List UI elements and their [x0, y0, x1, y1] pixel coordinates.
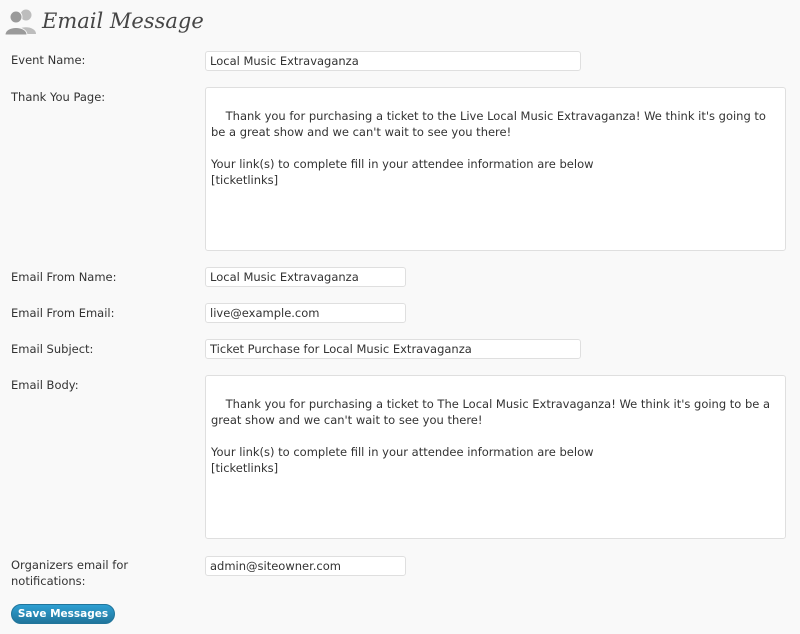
organizers-email-input[interactable] [205, 556, 406, 576]
email-body-textarea[interactable]: Thank you for purchasing a ticket to The… [205, 375, 786, 539]
email-subject-label: Email Subject: [11, 342, 94, 356]
email-from-name-label: Email From Name: [11, 270, 117, 284]
resize-handle-icon[interactable]: abc [767, 236, 783, 248]
email-body-label: Email Body: [11, 378, 79, 392]
save-messages-button[interactable]: Save Messages [11, 604, 115, 624]
event-name-label: Event Name: [11, 53, 86, 67]
thank-you-page-textarea[interactable]: Thank you for purchasing a ticket to the… [205, 87, 786, 251]
organizers-email-label: Organizers email for notifications: [11, 558, 129, 588]
email-message-form: Event Name: Thank You Page: Thank you fo… [0, 0, 800, 634]
email-from-email-input[interactable] [205, 303, 406, 323]
email-from-email-label: Email From Email: [11, 306, 115, 320]
thank-you-page-label: Thank You Page: [11, 90, 106, 104]
email-from-name-input[interactable] [205, 267, 406, 287]
email-subject-input[interactable] [205, 339, 581, 359]
event-name-input[interactable] [205, 51, 581, 71]
thank-you-page-text: Thank you for purchasing a ticket to the… [211, 109, 766, 187]
email-body-text: Thank you for purchasing a ticket to The… [211, 397, 771, 475]
resize-handle-icon[interactable]: abc [767, 524, 783, 536]
